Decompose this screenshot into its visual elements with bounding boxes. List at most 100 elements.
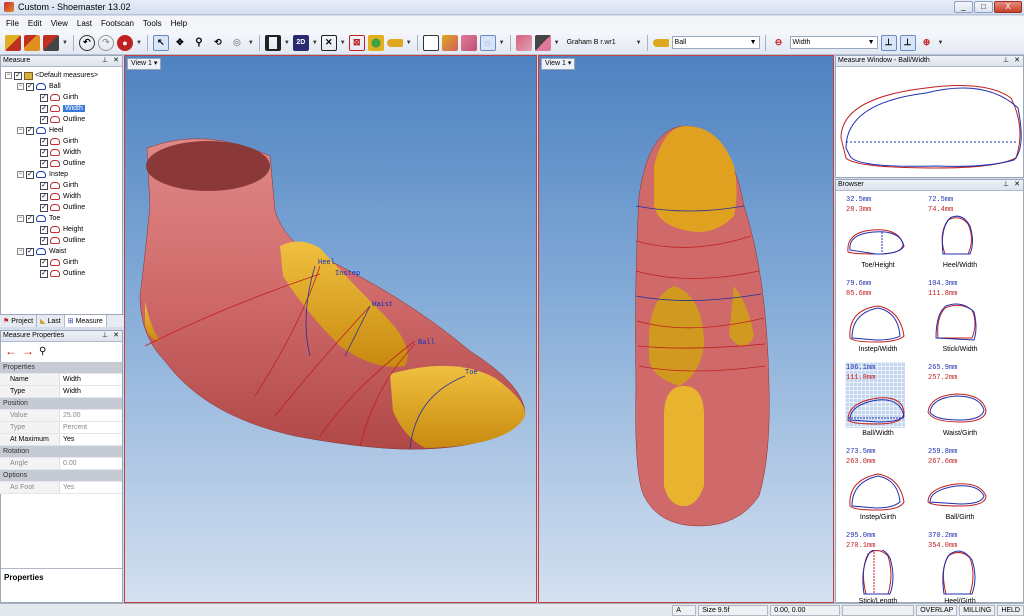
- open-last-icon[interactable]: [24, 34, 40, 51]
- property-value[interactable]: Yes: [60, 434, 122, 445]
- split-view-icon[interactable]: [264, 34, 281, 51]
- property-row[interactable]: Angle 0.00: [0, 458, 122, 470]
- foot-icon[interactable]: [515, 34, 532, 51]
- tree-item-selected[interactable]: ✓ Width: [1, 103, 122, 114]
- checkbox[interactable]: ✓: [40, 258, 48, 267]
- browser-cell-instep-girth[interactable]: 273.5mm 263.0mm Instep/Girth: [838, 446, 918, 528]
- tree-root[interactable]: − ✓ <Default measures>: [1, 70, 122, 81]
- viewport-top[interactable]: View 1 ▾: [538, 55, 834, 603]
- open-project-icon[interactable]: [5, 34, 21, 51]
- tree-item[interactable]: ✓ Girth: [1, 92, 122, 103]
- menu-tools[interactable]: Tools: [143, 19, 162, 28]
- collapse-icon[interactable]: −: [17, 171, 24, 178]
- stop-icon[interactable]: ●: [116, 34, 133, 51]
- collapse-icon[interactable]: −: [17, 248, 24, 255]
- collapse-icon[interactable]: −: [5, 72, 12, 79]
- checkbox[interactable]: ✓: [40, 236, 48, 245]
- checkbox[interactable]: ✓: [40, 148, 48, 157]
- add-measure-dropdown-icon[interactable]: ▼: [938, 40, 944, 46]
- browser-cell-stick-length[interactable]: 295.0mm 270.1mm Stick/Length: [838, 530, 918, 612]
- checkbox[interactable]: ✓: [26, 126, 34, 135]
- tab-last[interactable]: ◣ Last: [37, 315, 65, 327]
- next-arrow-icon[interactable]: →: [22, 344, 34, 358]
- tree-item[interactable]: ✓ Width: [1, 191, 122, 202]
- redo-icon[interactable]: ↷: [97, 34, 114, 51]
- split-view-dropdown-icon[interactable]: ▼: [284, 40, 290, 46]
- bounding-box-icon[interactable]: ⊠: [348, 34, 365, 51]
- menu-file[interactable]: File: [6, 19, 19, 28]
- view-selector[interactable]: View 1 ▾: [541, 58, 576, 70]
- tree-item[interactable]: ✓ Girth: [1, 180, 122, 191]
- menu-help[interactable]: Help: [171, 19, 187, 28]
- checkbox[interactable]: ✓: [40, 203, 48, 212]
- add-measure-icon[interactable]: ⊕: [919, 35, 935, 51]
- menu-footscan[interactable]: Footscan: [101, 19, 134, 28]
- pin-icon[interactable]: ⊥: [1003, 56, 1009, 66]
- selected-pattern-icon[interactable]: ◌: [479, 34, 496, 51]
- property-value[interactable]: Yes: [60, 482, 122, 493]
- category-options[interactable]: Options: [0, 470, 122, 482]
- browser-cell-waist-girth[interactable]: 265.9mm 257.2mm Waist/Girth: [920, 362, 1000, 444]
- checkbox[interactable]: ✓: [40, 269, 48, 278]
- paint-last-icon[interactable]: [441, 34, 458, 51]
- undo-icon[interactable]: ↶: [78, 34, 95, 51]
- measure-shape-icon[interactable]: [652, 38, 669, 47]
- checkbox[interactable]: ✓: [26, 247, 34, 256]
- checkbox[interactable]: ✓: [26, 170, 34, 179]
- view-selector[interactable]: View 1 ▾: [127, 58, 162, 70]
- property-value[interactable]: 25.00: [60, 410, 122, 421]
- viewport-side[interactable]: Heel Instep Waist Ball Toe View 1 ▾: [124, 55, 537, 603]
- tab-project[interactable]: ⚑ Project: [0, 315, 38, 327]
- tree-item[interactable]: ✓ Girth: [1, 136, 122, 147]
- pan-icon[interactable]: ✥: [172, 35, 188, 51]
- category-rotation[interactable]: Rotation: [0, 446, 122, 458]
- fit-all-icon[interactable]: ✕: [320, 34, 337, 51]
- last-shape-dropdown-icon[interactable]: ▼: [406, 40, 412, 46]
- select-arrow-icon[interactable]: ↖: [152, 34, 169, 51]
- checkbox[interactable]: ✓: [40, 181, 48, 190]
- checkbox[interactable]: ✓: [40, 225, 48, 234]
- property-value[interactable]: Percent: [60, 422, 122, 433]
- save-dropdown-icon[interactable]: ▼: [62, 40, 68, 46]
- browser-cell-stick-width[interactable]: 104.3mm 111.8mm Stick/Width: [920, 278, 1000, 360]
- collapse-icon[interactable]: −: [17, 127, 24, 134]
- pin-icon[interactable]: ⊥: [102, 331, 108, 341]
- close-panel-icon[interactable]: ✕: [1014, 180, 1020, 190]
- menu-edit[interactable]: Edit: [28, 19, 42, 28]
- tree-group-heel[interactable]: − ✓ Heel: [1, 125, 122, 136]
- foot-file-select-icon[interactable]: ▼: [636, 40, 642, 46]
- close-panel-icon[interactable]: ✕: [113, 331, 119, 341]
- property-row[interactable]: Type Width: [0, 386, 122, 398]
- browser-cell-heel-width[interactable]: 72.5mm 74.4mm Heel/Width: [920, 194, 1000, 276]
- align-both-icon[interactable]: ⊥: [899, 34, 916, 51]
- view-mode-dropdown-icon[interactable]: ▼: [248, 40, 254, 46]
- measure-type-select[interactable]: Width ▼: [789, 36, 878, 49]
- checkbox[interactable]: ✓: [40, 93, 48, 102]
- tree-item[interactable]: ✓ Outline: [1, 114, 122, 125]
- twod-dropdown-icon[interactable]: ▼: [312, 40, 318, 46]
- checkbox[interactable]: ✓: [26, 214, 34, 223]
- property-value[interactable]: Width: [60, 374, 122, 385]
- menu-view[interactable]: View: [51, 19, 68, 28]
- checkbox[interactable]: ✓: [26, 82, 34, 91]
- tree-item[interactable]: ✓ Outline: [1, 235, 122, 246]
- property-row[interactable]: At Maximum Yes: [0, 434, 122, 446]
- browser-cell-ball-girth[interactable]: 259.8mm 267.6mm Ball/Girth: [920, 446, 1000, 528]
- checkbox[interactable]: ✓: [40, 159, 48, 168]
- tree-group-ball[interactable]: − ✓ Ball: [1, 81, 122, 92]
- category-properties[interactable]: Properties: [0, 362, 122, 374]
- stop-dropdown-icon[interactable]: ▼: [136, 40, 142, 46]
- pin-icon[interactable]: ⊥: [102, 56, 108, 66]
- align-left-icon[interactable]: ⊥: [880, 34, 897, 51]
- browser-cell-ball-width[interactable]: 106.1mm 111.8mm Ball/Width: [838, 362, 918, 444]
- browser-cell-instep-width[interactable]: 79.6mm 85.6mm Instep/Width: [838, 278, 918, 360]
- tree-group-toe[interactable]: − ✓ Toe: [1, 213, 122, 224]
- tree-group-waist[interactable]: − ✓ Waist: [1, 246, 122, 257]
- category-position[interactable]: Position: [0, 398, 122, 410]
- tree-item[interactable]: ✓ Outline: [1, 268, 122, 279]
- twod-view-button[interactable]: 2D: [292, 34, 309, 51]
- previous-arrow-icon[interactable]: ←: [5, 344, 17, 358]
- new-page-icon[interactable]: [422, 34, 439, 51]
- tree-item[interactable]: ✓ Height: [1, 224, 122, 235]
- view-mode-icon[interactable]: ◎: [229, 35, 245, 51]
